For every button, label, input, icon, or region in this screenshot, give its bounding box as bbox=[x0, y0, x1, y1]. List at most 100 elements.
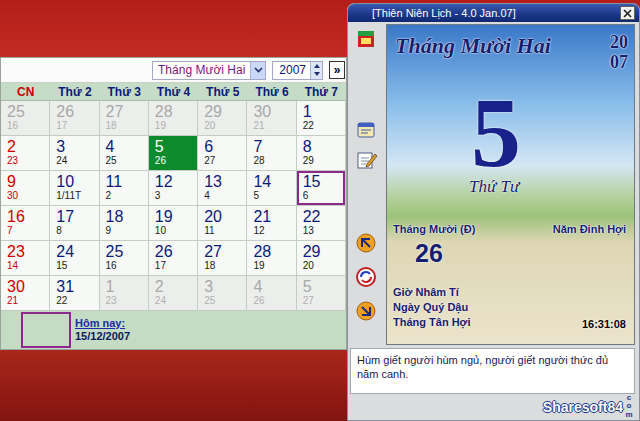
day-cell[interactable]: 145 bbox=[247, 171, 296, 206]
day-cell[interactable]: 2011 bbox=[198, 206, 247, 241]
day-cell[interactable]: 324 bbox=[50, 136, 99, 171]
day-cell[interactable]: 123 bbox=[149, 171, 198, 206]
year-down-button[interactable] bbox=[311, 70, 322, 79]
solar-day: 31 bbox=[56, 278, 92, 295]
day-cell[interactable]: 2617 bbox=[149, 241, 198, 276]
day-cell[interactable]: 112 bbox=[100, 171, 149, 206]
day-cell[interactable]: 3021 bbox=[247, 101, 296, 136]
day-cell[interactable]: 156 bbox=[297, 171, 346, 206]
lunar-day: 25 bbox=[204, 295, 240, 307]
day-cell[interactable]: 426 bbox=[247, 276, 296, 311]
lunar-day: 7 bbox=[7, 225, 43, 237]
solar-day: 2 bbox=[155, 278, 191, 295]
solar-day: 20 bbox=[204, 208, 240, 225]
solar-day: 8 bbox=[303, 138, 339, 155]
window-body: Tháng Mười Hai20075Thứ TưTháng Mười (Đ)N… bbox=[348, 22, 639, 345]
watermark-name: Sharesoft84 bbox=[543, 399, 623, 415]
solar-day: 9 bbox=[7, 173, 43, 190]
solar-day: 16 bbox=[7, 208, 43, 225]
day-cell[interactable]: 2920 bbox=[297, 241, 346, 276]
lunar-day: 18 bbox=[106, 120, 142, 132]
day-cell[interactable]: 2314 bbox=[1, 241, 50, 276]
refresh-icon bbox=[355, 266, 377, 288]
day-cell[interactable]: 122 bbox=[297, 101, 346, 136]
window-title: [Thiên Niên Lịch - 4.0 Jan.07] bbox=[372, 7, 516, 19]
solar-day: 1 bbox=[303, 103, 339, 120]
can-chi-item: Giờ Nhâm Tí bbox=[393, 285, 470, 300]
solar-day: 25 bbox=[106, 243, 142, 260]
day-cell[interactable]: 223 bbox=[1, 136, 50, 171]
day-cell[interactable]: 2718 bbox=[198, 241, 247, 276]
day-cell[interactable]: 2415 bbox=[50, 241, 99, 276]
month-select-value: Tháng Mười Hai bbox=[153, 63, 250, 77]
day-cell[interactable]: 101/11T bbox=[50, 171, 99, 206]
day-cell[interactable]: 325 bbox=[198, 276, 247, 311]
solar-day: 5 bbox=[155, 138, 191, 155]
day-grid: 2516261727182819292030211222233244255266… bbox=[1, 101, 346, 311]
day-cell[interactable]: 1910 bbox=[149, 206, 198, 241]
day-cell[interactable]: 134 bbox=[198, 171, 247, 206]
lunar-day: 23 bbox=[106, 295, 142, 307]
day-cell[interactable]: 3021 bbox=[1, 276, 50, 311]
day-cell[interactable]: 425 bbox=[100, 136, 149, 171]
lunar-day: 27 bbox=[303, 295, 339, 307]
day-cell[interactable]: 2920 bbox=[198, 101, 247, 136]
lunar-day: 27 bbox=[204, 155, 240, 167]
solar-day: 29 bbox=[303, 243, 339, 260]
day-cell[interactable]: 2718 bbox=[100, 101, 149, 136]
solar-day: 5 bbox=[303, 278, 339, 295]
day-cell[interactable]: 224 bbox=[149, 276, 198, 311]
day-cell[interactable]: 178 bbox=[50, 206, 99, 241]
day-cell[interactable]: 2819 bbox=[247, 241, 296, 276]
day-cell[interactable]: 728 bbox=[247, 136, 296, 171]
weekday-label: Thứ 3 bbox=[100, 83, 149, 100]
lunar-day: 21 bbox=[253, 120, 289, 132]
solar-day: 26 bbox=[155, 243, 191, 260]
lunar-day: 22 bbox=[56, 295, 92, 307]
lunar-day: 3 bbox=[155, 190, 191, 202]
solar-day: 14 bbox=[253, 173, 289, 190]
day-cell[interactable]: 3122 bbox=[50, 276, 99, 311]
lunar-day: 1/11T bbox=[56, 190, 92, 202]
year-up-button[interactable] bbox=[311, 62, 322, 71]
day-cell[interactable]: 526 bbox=[149, 136, 198, 171]
solar-day: 17 bbox=[56, 208, 92, 225]
solar-day: 24 bbox=[56, 243, 92, 260]
day-cell[interactable]: 2516 bbox=[1, 101, 50, 136]
day-cell[interactable]: 123 bbox=[100, 276, 149, 311]
month-dropdown-button[interactable] bbox=[250, 62, 265, 79]
day-cell[interactable]: 167 bbox=[1, 206, 50, 241]
day-cell[interactable]: 2617 bbox=[50, 101, 99, 136]
tool-button[interactable] bbox=[353, 264, 379, 290]
tool-button[interactable] bbox=[353, 230, 379, 256]
day-cell[interactable]: 2819 bbox=[149, 101, 198, 136]
tool-button[interactable] bbox=[353, 146, 379, 172]
month-select[interactable]: Tháng Mười Hai bbox=[152, 61, 266, 80]
previous-icon bbox=[355, 232, 377, 254]
day-cell[interactable]: 2516 bbox=[100, 241, 149, 276]
day-cell[interactable]: 2213 bbox=[297, 206, 346, 241]
day-cell[interactable]: 527 bbox=[297, 276, 346, 311]
day-cell[interactable]: 189 bbox=[100, 206, 149, 241]
day-cell[interactable]: 2112 bbox=[247, 206, 296, 241]
side-toolbar bbox=[350, 24, 382, 345]
today-link[interactable]: Hôm nay: bbox=[75, 317, 130, 330]
expand-button[interactable]: » bbox=[329, 61, 345, 79]
tool-button[interactable] bbox=[353, 298, 379, 324]
lunar-day: 30 bbox=[7, 190, 43, 202]
day-cell[interactable]: 930 bbox=[1, 171, 50, 206]
lunar-day: 11 bbox=[204, 225, 240, 237]
solar-day: 4 bbox=[253, 278, 289, 295]
day-cell[interactable]: 829 bbox=[297, 136, 346, 171]
weekday-header: CNThứ 2Thứ 3Thứ 4Thứ 5Thứ 6Thứ 7 bbox=[1, 83, 346, 101]
solar-day: 15 bbox=[303, 173, 339, 190]
logo-icon bbox=[355, 28, 377, 50]
tool-button[interactable] bbox=[353, 26, 379, 52]
tool-button[interactable] bbox=[353, 116, 379, 142]
clock: 16:31:08 bbox=[582, 318, 626, 330]
day-cell[interactable]: 627 bbox=[198, 136, 247, 171]
year-field[interactable]: 2007 bbox=[272, 61, 323, 80]
weekday-label: Thứ 2 bbox=[50, 83, 99, 100]
solar-day: 13 bbox=[204, 173, 240, 190]
close-button[interactable] bbox=[620, 6, 635, 20]
